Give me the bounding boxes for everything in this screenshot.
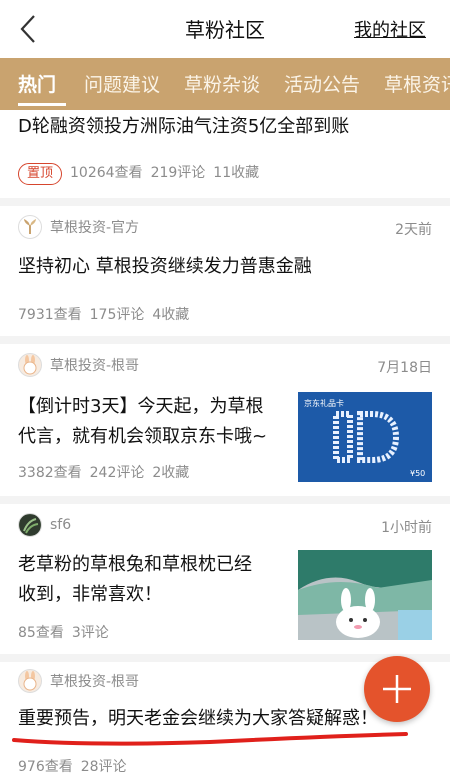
post-time: 1小时前 bbox=[381, 520, 432, 536]
plus-icon bbox=[383, 675, 411, 703]
divider bbox=[0, 336, 450, 344]
post-title-line-2: 收到，非常喜欢！ bbox=[18, 584, 162, 605]
favorite-count: 4收藏 bbox=[152, 307, 190, 323]
pinned-badge: 置顶 bbox=[18, 163, 63, 185]
comment-count: 219评论 bbox=[150, 165, 206, 181]
comment-count: 175评论 bbox=[89, 307, 145, 323]
header-bar: 草粉社区 我的社区 bbox=[0, 0, 450, 58]
view-count: 3382查看 bbox=[18, 465, 82, 481]
avatar bbox=[18, 669, 42, 693]
avatar bbox=[18, 353, 42, 377]
plant-avatar-icon bbox=[20, 515, 40, 535]
post-meta: 置顶 10264查看 219评论 11收藏 bbox=[18, 162, 267, 185]
my-community-link[interactable]: 我的社区 bbox=[354, 16, 426, 42]
view-count: 976查看 bbox=[18, 759, 73, 775]
author-row: sf6 bbox=[18, 512, 71, 538]
author-name: 草根投资-根哥 bbox=[50, 358, 140, 374]
post-thumbnail-rabbit-pillow[interactable] bbox=[298, 550, 432, 640]
tab-bar: 热门 问题建议 草粉杂谈 活动公告 草根资讯 bbox=[0, 58, 450, 110]
tab-announcements[interactable]: 活动公告 bbox=[284, 70, 360, 97]
tab-chat[interactable]: 草粉杂谈 bbox=[184, 70, 260, 97]
post-meta: 3382查看 242评论 2收藏 bbox=[18, 462, 197, 482]
post-meta: 85查看 3评论 bbox=[18, 622, 117, 642]
divider bbox=[0, 496, 450, 504]
author-name: sf6 bbox=[50, 517, 72, 533]
red-underline-annotation bbox=[12, 732, 408, 746]
author-name: 草根投资-官方 bbox=[50, 220, 140, 236]
post-title-line-1: 【倒计时3天】今天起，为草根 bbox=[18, 396, 264, 417]
view-count: 10264查看 bbox=[70, 165, 143, 181]
post-meta: 976查看 28评论 bbox=[18, 756, 135, 776]
jd-card-image: 京东礼品卡 ¥50 bbox=[298, 392, 432, 482]
tab-hot[interactable]: 热门 bbox=[18, 70, 56, 97]
comment-count: 3评论 bbox=[71, 625, 109, 641]
author-row: 草根投资-官方 bbox=[18, 214, 139, 240]
view-count: 85查看 bbox=[18, 625, 64, 641]
view-count: 7931查看 bbox=[18, 307, 82, 323]
comment-count: 28评论 bbox=[80, 759, 127, 775]
thumb-label: 京东礼品卡 bbox=[304, 398, 344, 408]
post-time: 2天前 bbox=[395, 222, 432, 238]
divider bbox=[0, 198, 450, 206]
post-time: 7月18日 bbox=[377, 360, 432, 376]
post-title-line-2: 代言，就有机会领取京东卡哦~ bbox=[18, 426, 268, 447]
post-title-line-1: 老草粉的草根兔和草根枕已经 bbox=[18, 554, 252, 575]
post-title: 坚持初心 草根投资继续发力普惠金融 bbox=[18, 256, 312, 277]
tab-news[interactable]: 草根资讯 bbox=[384, 70, 450, 97]
author-row: 草根投资-根哥 bbox=[18, 352, 139, 378]
new-post-button[interactable] bbox=[364, 656, 430, 722]
author-name: 草根投资-根哥 bbox=[50, 674, 140, 690]
comment-count: 242评论 bbox=[89, 465, 145, 481]
rabbit-avatar-icon bbox=[23, 671, 37, 691]
post-title: D轮融资领投方洲际油气注资5亿全部到账 bbox=[18, 116, 350, 137]
post-thumbnail-jd-card[interactable]: 京东礼品卡 ¥50 bbox=[298, 392, 432, 482]
grass-logo-icon bbox=[24, 219, 36, 234]
tab-suggestions[interactable]: 问题建议 bbox=[84, 70, 160, 97]
rabbit-avatar-icon bbox=[23, 355, 37, 375]
avatar bbox=[18, 513, 42, 537]
favorite-count: 11收藏 bbox=[213, 165, 260, 181]
author-row: 草根投资-根哥 bbox=[18, 668, 139, 694]
active-tab-indicator bbox=[18, 103, 66, 106]
post-meta: 7931查看 175评论 4收藏 bbox=[18, 304, 197, 324]
thumb-value: ¥50 bbox=[410, 469, 425, 478]
rabbit-pillow-image bbox=[298, 550, 432, 640]
avatar bbox=[18, 215, 42, 239]
favorite-count: 2收藏 bbox=[152, 465, 190, 481]
